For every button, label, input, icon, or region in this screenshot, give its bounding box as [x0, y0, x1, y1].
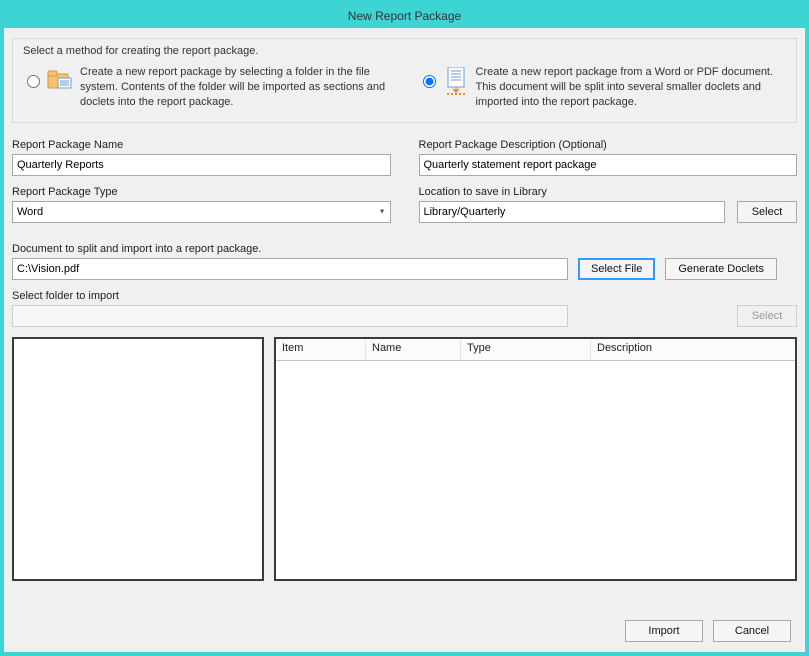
window-title: New Report Package — [348, 9, 461, 23]
col-item[interactable]: Item — [276, 339, 366, 360]
method-radio-document[interactable] — [423, 75, 436, 88]
footer-buttons: Import Cancel — [625, 620, 791, 642]
method-option-folder[interactable]: Create a new report package by selecting… — [23, 65, 391, 110]
location-input[interactable] — [419, 201, 726, 223]
document-split-icon — [442, 67, 470, 97]
col-type[interactable]: Type — [461, 339, 591, 360]
name-label: Report Package Name — [12, 139, 391, 151]
doc-path-input[interactable] — [12, 258, 568, 280]
method-radio-folder[interactable] — [27, 75, 40, 88]
import-button[interactable]: Import — [625, 620, 703, 642]
grid-header: Item Name Type Description — [276, 339, 795, 361]
col-desc[interactable]: Description — [591, 339, 795, 360]
type-select[interactable] — [12, 201, 391, 223]
client-area: Select a method for creating the report … — [4, 28, 805, 652]
type-label: Report Package Type — [12, 186, 391, 198]
doc-label: Document to split and import into a repo… — [12, 243, 797, 255]
tree-panel[interactable] — [12, 337, 264, 581]
method-document-desc: Create a new report package from a Word … — [476, 65, 787, 110]
grid-panel[interactable]: Item Name Type Description — [274, 337, 797, 581]
folder-icon — [46, 67, 74, 93]
desc-input[interactable] — [419, 154, 798, 176]
method-folder-desc: Create a new report package by selecting… — [80, 65, 391, 110]
methods-row: Create a new report package by selecting… — [23, 65, 786, 110]
folder-input-disabled — [12, 305, 568, 327]
folder-section: Select folder to import Select — [12, 290, 797, 327]
location-select-button[interactable]: Select — [737, 201, 797, 223]
location-label: Location to save in Library — [419, 186, 798, 198]
folder-label: Select folder to import — [12, 290, 797, 302]
col-name[interactable]: Name — [366, 339, 461, 360]
dialog-window: New Report Package Select a method for c… — [0, 0, 809, 656]
desc-label: Report Package Description (Optional) — [419, 139, 798, 151]
method-option-document[interactable]: Create a new report package from a Word … — [419, 65, 787, 110]
methods-panel: Select a method for creating the report … — [12, 38, 797, 123]
generate-doclets-button[interactable]: Generate Doclets — [665, 258, 777, 280]
document-section: Document to split and import into a repo… — [12, 243, 797, 280]
name-input[interactable] — [12, 154, 391, 176]
methods-heading: Select a method for creating the report … — [23, 45, 786, 57]
title-bar: New Report Package — [4, 4, 805, 28]
folder-select-button: Select — [737, 305, 797, 327]
select-file-button[interactable]: Select File — [578, 258, 655, 280]
top-fields-row: Report Package Name Report Package Descr… — [12, 139, 797, 176]
panels: Item Name Type Description — [12, 337, 797, 581]
cancel-button[interactable]: Cancel — [713, 620, 791, 642]
second-fields-row: Report Package Type ▼ Location to save i… — [12, 186, 797, 223]
